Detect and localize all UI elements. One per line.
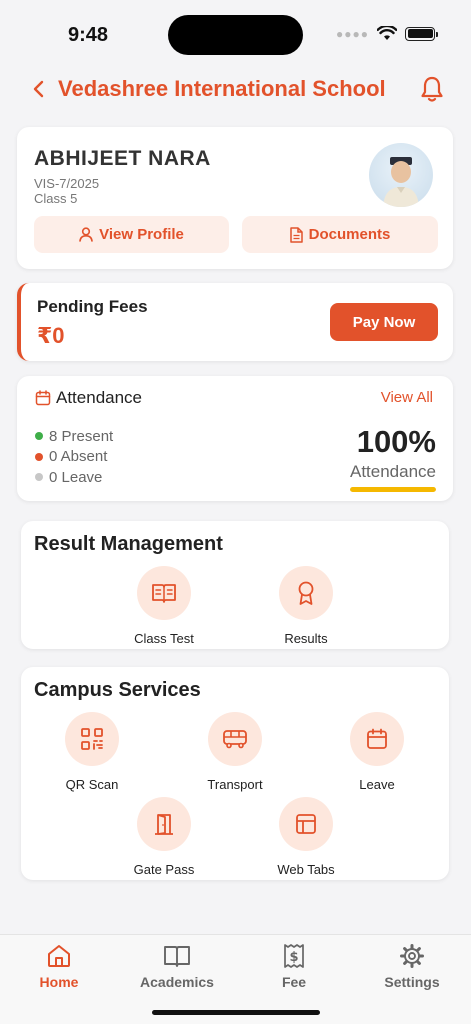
gate-pass-label: Gate Pass (133, 862, 195, 877)
qr-code-icon (81, 728, 103, 750)
absent-count: 0 Absent (35, 447, 113, 468)
qr-scan-tile[interactable]: QR Scan (42, 712, 142, 792)
attendance-caption: Attendance (349, 462, 436, 481)
nav-item-settings[interactable]: Settings (362, 943, 462, 990)
document-icon (289, 226, 303, 243)
nav-label-home: Home (39, 974, 79, 990)
book-icon (164, 946, 190, 967)
transport-tile[interactable]: Transport (185, 712, 285, 792)
attendance-title: Attendance (56, 388, 143, 407)
receipt-dollar-icon: $ (284, 944, 304, 968)
absent-dot (35, 452, 43, 461)
leave-count: 0 Leave (35, 467, 113, 488)
view-profile-label: View Profile (99, 226, 184, 243)
attendance-summary: 8 Present 0 Absent 0 Leave (35, 426, 113, 488)
result-management-title: Result Management (34, 533, 223, 555)
bus-icon (223, 730, 247, 749)
user-icon (79, 227, 93, 242)
class-test-tile[interactable]: Class Test (114, 566, 214, 646)
gear-icon (400, 944, 424, 968)
svg-text:$: $ (289, 950, 298, 965)
nav-label-academics: Academics (140, 974, 214, 990)
documents-label: Documents (308, 226, 391, 243)
status-bar: 9:48 ●●●● (0, 0, 471, 60)
present-dot (35, 432, 43, 441)
nav-item-fee[interactable]: $ Fee (244, 943, 344, 990)
view-profile-button[interactable]: View Profile (34, 216, 229, 253)
home-indicator (152, 1010, 320, 1015)
campus-services-section: Campus Services QR Scan Transport Leave … (21, 667, 449, 880)
gate-pass-tile[interactable]: Gate Pass (114, 797, 214, 877)
award-icon (298, 581, 314, 605)
leave-tile[interactable]: Leave (327, 712, 427, 792)
wifi-icon (377, 26, 397, 40)
web-tabs-tile[interactable]: Web Tabs (256, 797, 356, 877)
calendar-icon (35, 390, 51, 406)
present-count: 8 Present (35, 426, 113, 447)
back-button[interactable] (28, 78, 50, 100)
page-title: Vedashree International School (58, 76, 386, 101)
avatar (369, 143, 433, 207)
dynamic-island (168, 15, 303, 55)
results-label: Results (284, 631, 328, 646)
student-class: Class 5 (34, 191, 78, 206)
qr-scan-label: QR Scan (65, 777, 119, 792)
nav-label-fee: Fee (281, 974, 307, 990)
battery-icon (405, 26, 438, 41)
class-test-label: Class Test (134, 631, 194, 646)
chevron-left-icon (33, 80, 44, 98)
results-tile[interactable]: Results (256, 566, 356, 646)
attendance-card: Attendance View All 8 Present 0 Absent 0… (17, 376, 453, 501)
calendar-icon (367, 728, 387, 749)
attendance-progress-bar (350, 487, 436, 492)
nav-item-academics[interactable]: Academics (127, 943, 227, 990)
status-icons: ●●●● (336, 26, 438, 41)
student-id: VIS-7/2025 (34, 176, 100, 191)
student-name: ABHIJEET NARA (34, 147, 211, 170)
view-all-attendance-link[interactable]: View All (381, 389, 433, 406)
pending-fees-card: Pending Fees ₹0 Pay Now (17, 283, 453, 361)
status-time: 9:48 (68, 24, 109, 46)
attendance-percent: 100% (356, 424, 436, 459)
nav-label-settings: Settings (384, 974, 440, 990)
signal-icon: ●●●● (336, 26, 369, 41)
bell-icon (421, 76, 443, 102)
campus-services-title: Campus Services (34, 679, 201, 701)
transport-label: Transport (207, 777, 263, 792)
app-header: Vedashree International School (0, 70, 471, 110)
layout-icon (296, 814, 316, 834)
home-icon (48, 945, 70, 967)
documents-button[interactable]: Documents (242, 216, 438, 253)
book-open-icon (152, 584, 176, 603)
attendance-progress-fill (350, 487, 436, 492)
door-icon (155, 814, 173, 835)
notifications-button[interactable] (419, 75, 445, 103)
leave-dot (35, 473, 43, 482)
nav-item-home[interactable]: Home (9, 943, 109, 990)
pending-fees-amount: ₹0 (37, 323, 65, 348)
student-profile-card: ABHIJEET NARA VIS-7/2025 Class 5 View Pr… (17, 127, 453, 269)
leave-label: Leave (359, 777, 395, 792)
result-management-section: Result Management Class Test Results (21, 521, 449, 649)
web-tabs-label: Web Tabs (277, 862, 335, 877)
pay-now-button[interactable]: Pay Now (330, 303, 438, 341)
pending-fees-title: Pending Fees (37, 297, 148, 316)
